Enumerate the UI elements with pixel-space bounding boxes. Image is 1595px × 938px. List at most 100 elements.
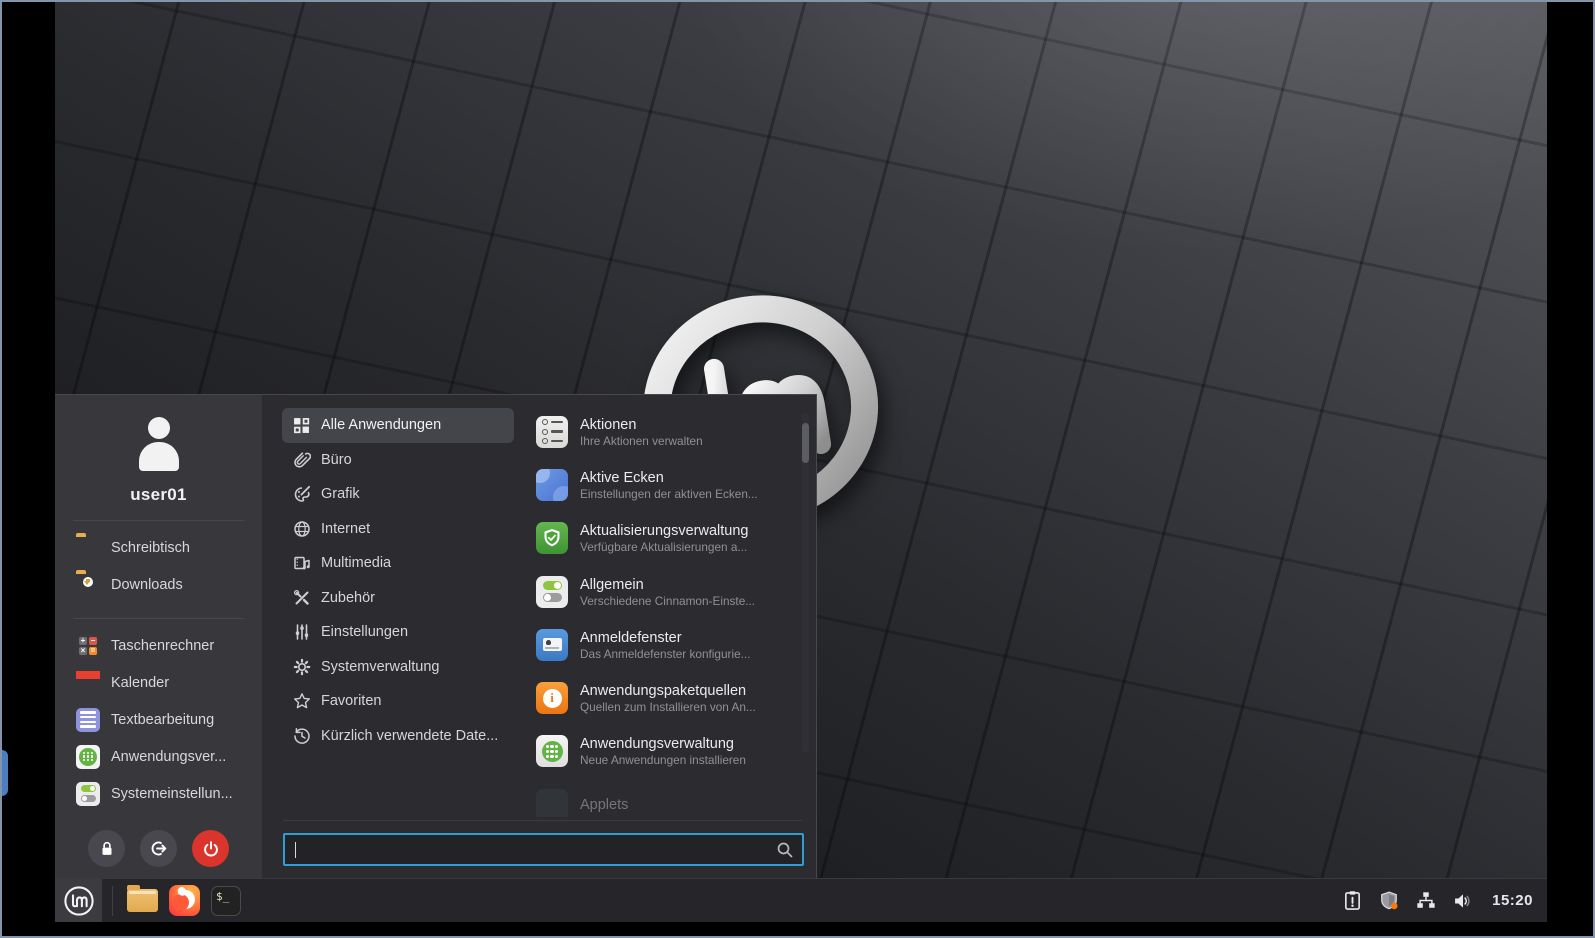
paperclip-icon	[292, 450, 311, 469]
sidebar-item-systemeinstellungen[interactable]: Systemeinstellun...	[55, 775, 262, 812]
sidebar-item-textbearbeitung[interactable]: Textbearbeitung	[55, 701, 262, 738]
app-allgemein[interactable]: AllgemeinVerschiedene Cinnamon-Einste...	[536, 565, 798, 618]
category-favoriten[interactable]: Favoriten	[282, 684, 514, 719]
hot-corners-icon	[536, 469, 568, 501]
lock-button[interactable]	[88, 830, 125, 867]
sidebar-item-taschenrechner[interactable]: +−×= Taschenrechner	[55, 627, 262, 664]
launcher-firefox[interactable]	[163, 879, 205, 922]
text-editor-icon	[76, 708, 100, 732]
sidebar-item-anwendungsverwaltung[interactable]: Anwendungsver...	[55, 738, 262, 775]
star-icon	[292, 692, 311, 711]
tools-icon	[292, 588, 311, 607]
logout-button[interactable]	[140, 830, 177, 867]
category-label: Alle Anwendungen	[321, 417, 441, 433]
desktop[interactable]: user01 Schreibtisch Downloads +−×= Tasch…	[55, 2, 1547, 922]
terminal-icon: $_	[211, 886, 241, 916]
category-einstellungen[interactable]: Einstellungen	[282, 615, 514, 650]
app-desc: Einstellungen der aktiven Ecken...	[580, 487, 758, 501]
actions-icon	[536, 416, 568, 448]
category-kuerzlich-verwendet[interactable]: Kürzlich verwendete Date...	[282, 719, 514, 754]
apps-scrollbar[interactable]	[802, 413, 809, 753]
app-anmeldefenster[interactable]: AnmeldefensterDas Anmeldefenster konfigu…	[536, 618, 798, 671]
category-label: Kürzlich verwendete Date...	[321, 728, 498, 744]
app-applets[interactable]: Applets	[536, 778, 798, 817]
category-label: Multimedia	[321, 555, 391, 571]
search-separator	[283, 820, 802, 821]
power-icon	[202, 840, 220, 858]
gear-icon	[292, 657, 311, 676]
category-multimedia[interactable]: Multimedia	[282, 546, 514, 581]
app-desc: Neue Anwendungen installieren	[580, 753, 746, 767]
login-window-icon	[536, 629, 568, 661]
logout-icon	[149, 839, 168, 858]
taskbar-separator	[112, 886, 113, 916]
palette-icon	[292, 485, 311, 504]
divider	[73, 520, 244, 521]
app-name: Aktive Ecken	[580, 469, 758, 487]
search-box[interactable]	[283, 833, 804, 866]
sidebar-item-schreibtisch[interactable]: Schreibtisch	[55, 529, 262, 566]
sliders-icon	[292, 623, 311, 642]
launcher-files[interactable]	[121, 879, 163, 922]
mint-logo-icon	[63, 885, 95, 917]
terminal-glyph: $_	[216, 890, 229, 903]
user-avatar[interactable]	[130, 415, 188, 471]
app-anwendungspaketquellen[interactable]: i AnwendungspaketquellenQuellen zum Inst…	[536, 671, 798, 724]
app-anwendungsverwaltung[interactable]: AnwendungsverwaltungNeue Anwendungen ins…	[536, 725, 798, 778]
applets-icon	[536, 789, 568, 817]
application-menu: user01 Schreibtisch Downloads +−×= Tasch…	[55, 394, 817, 879]
screen: user01 Schreibtisch Downloads +−×= Tasch…	[0, 0, 1595, 938]
clipboard-alert-icon[interactable]	[1342, 891, 1362, 911]
sidebar-item-label: Kalender	[111, 675, 169, 691]
app-desc: Verfügbare Aktualisierungen a...	[580, 540, 748, 554]
app-desc: Ihre Aktionen verwalten	[580, 434, 703, 448]
username: user01	[55, 485, 262, 505]
app-aktualisierungsverwaltung[interactable]: AktualisierungsverwaltungVerfügbare Aktu…	[536, 512, 798, 565]
folder-icon	[76, 536, 100, 560]
app-name: Anwendungsverwaltung	[580, 735, 746, 753]
app-name: Anmeldefenster	[580, 629, 751, 647]
sidebar-item-downloads[interactable]: Downloads	[55, 566, 262, 603]
sidebar-item-label: Anwendungsver...	[111, 749, 226, 765]
category-internet[interactable]: Internet	[282, 512, 514, 547]
sidebar-item-label: Systemeinstellun...	[111, 786, 233, 802]
host-scroll-indicator	[2, 750, 8, 796]
shutdown-button[interactable]	[192, 830, 229, 867]
category-zubehoer[interactable]: Zubehör	[282, 581, 514, 616]
volume-icon[interactable]	[1453, 891, 1473, 911]
general-settings-icon	[536, 576, 568, 608]
category-label: Favoriten	[321, 693, 381, 709]
app-desc: Verschiedene Cinnamon-Einste...	[580, 594, 755, 608]
software-manager-icon	[536, 735, 568, 767]
network-icon[interactable]	[1416, 891, 1436, 911]
apps-scrollbar-thumb[interactable]	[802, 423, 809, 463]
app-desc: Das Anmeldefenster konfigurie...	[580, 647, 751, 661]
launcher-terminal[interactable]: $_	[205, 879, 247, 922]
app-name: Anwendungspaketquellen	[580, 682, 756, 700]
search-input[interactable]	[296, 841, 776, 859]
folder-download-icon	[76, 573, 100, 597]
sidebar-item-label: Textbearbeitung	[111, 712, 214, 728]
category-label: Büro	[321, 452, 352, 468]
application-list: AktionenIhre Aktionen verwalten Aktive E…	[530, 395, 816, 879]
category-alle-anwendungen[interactable]: Alle Anwendungen	[282, 408, 514, 443]
menu-button[interactable]	[55, 879, 102, 922]
sidebar-item-kalender[interactable]: Kalender	[55, 664, 262, 701]
history-icon	[292, 726, 311, 745]
app-aktive-ecken[interactable]: Aktive EckenEinstellungen der aktiven Ec…	[536, 458, 798, 511]
app-name: Aktionen	[580, 416, 703, 434]
category-systemverwaltung[interactable]: Systemverwaltung	[282, 650, 514, 685]
sidebar-item-label: Downloads	[111, 577, 183, 593]
firefox-icon	[169, 885, 200, 916]
sidebar-item-label: Taschenrechner	[111, 638, 214, 654]
multimedia-icon	[292, 554, 311, 573]
clock[interactable]: 15:20	[1492, 892, 1533, 909]
shield-warning-icon[interactable]	[1379, 891, 1399, 911]
app-name: Aktualisierungsverwaltung	[580, 522, 748, 540]
taskbar: $_ 15:20	[55, 878, 1547, 922]
app-aktionen[interactable]: AktionenIhre Aktionen verwalten	[536, 405, 798, 458]
category-buero[interactable]: Büro	[282, 443, 514, 478]
category-grafik[interactable]: Grafik	[282, 477, 514, 512]
divider	[73, 618, 244, 619]
category-list: Alle Anwendungen Büro Grafik	[262, 395, 530, 879]
